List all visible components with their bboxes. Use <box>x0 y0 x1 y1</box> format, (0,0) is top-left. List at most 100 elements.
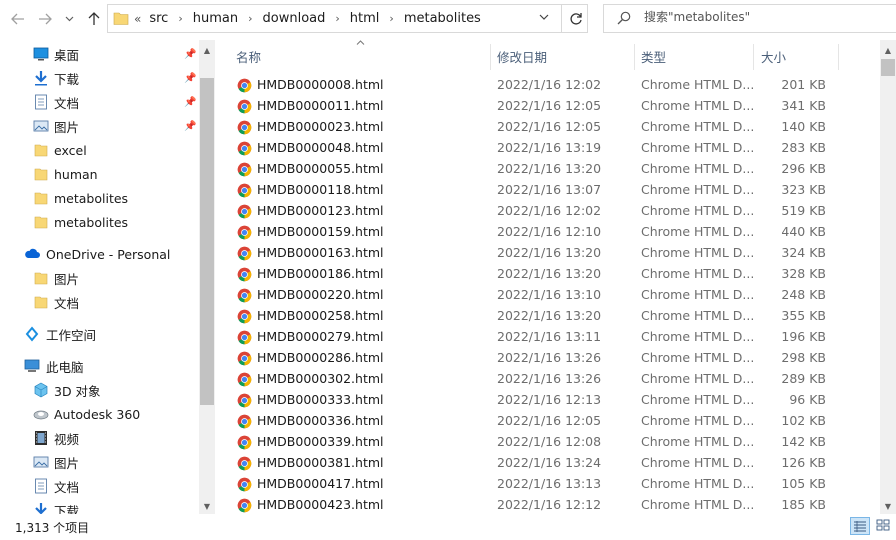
sidebar-scrollbar[interactable]: ▲ ▼ <box>199 40 215 514</box>
column-date-modified[interactable]: 修改日期 <box>497 40 634 72</box>
address-dropdown-icon[interactable] <box>539 12 549 23</box>
details-view-icon <box>854 521 866 532</box>
file-row[interactable]: HMDB0000423.html 2022/1/16 12:12 Chrome HT… <box>216 495 880 516</box>
sidebar-item-metabolites[interactable]: metabolites <box>0 186 198 210</box>
sidebar-item-label: 3D 对象 <box>54 383 101 399</box>
large-icons-view-button[interactable] <box>874 517 894 535</box>
file-row[interactable]: HMDB0000279.html 2022/1/16 13:11 Chrome HT… <box>216 327 880 348</box>
file-row[interactable]: HMDB0000220.html 2022/1/16 13:10 Chrome HT… <box>216 285 880 306</box>
scroll-up-icon[interactable]: ▲ <box>880 42 896 58</box>
file-row[interactable]: HMDB0000258.html 2022/1/16 13:20 Chrome HT… <box>216 306 880 327</box>
column-divider[interactable] <box>753 44 754 70</box>
chrome-html-file-icon <box>237 498 252 513</box>
file-row[interactable]: HMDB0000286.html 2022/1/16 13:26 Chrome HT… <box>216 348 880 369</box>
file-date-modified: 2022/1/16 12:05 <box>497 98 602 113</box>
sidebar-item-onedrive[interactable]: OneDrive - Personal <box>0 242 198 266</box>
chrome-html-file-icon <box>237 267 252 282</box>
file-row[interactable]: HMDB0000048.html 2022/1/16 13:19 Chrome HT… <box>216 138 880 159</box>
file-row[interactable]: HMDB0000302.html 2022/1/16 13:26 Chrome HT… <box>216 369 880 390</box>
refresh-icon <box>569 12 582 25</box>
file-name: HMDB0000220.html <box>257 287 384 302</box>
file-date-modified: 2022/1/16 13:07 <box>497 182 602 197</box>
file-size: 519 KB <box>781 203 826 218</box>
pin-icon[interactable]: 📌 <box>184 97 196 108</box>
sidebar-item-excel[interactable]: excel <box>0 138 198 162</box>
sidebar-item-metabolites[interactable]: metabolites <box>0 210 198 234</box>
sidebar-item-pictures-pc[interactable]: 图片 <box>0 450 198 474</box>
search-box[interactable] <box>603 4 896 33</box>
file-size: 196 KB <box>781 329 826 344</box>
desktop-icon <box>33 47 49 61</box>
file-row[interactable]: HMDB0000417.html 2022/1/16 13:13 Chrome HT… <box>216 474 880 495</box>
file-row[interactable]: HMDB0000118.html 2022/1/16 13:07 Chrome HT… <box>216 180 880 201</box>
chevron-right-icon[interactable]: › <box>178 12 182 25</box>
breadcrumb-overflow[interactable]: « <box>134 12 141 26</box>
file-row[interactable]: HMDB0000333.html 2022/1/16 12:13 Chrome HT… <box>216 390 880 411</box>
file-row[interactable]: HMDB0000123.html 2022/1/16 12:02 Chrome HT… <box>216 201 880 222</box>
column-header: 名称 修改日期 类型 大小 <box>216 40 880 72</box>
breadcrumb-html[interactable]: html <box>350 11 380 26</box>
details-view-button[interactable] <box>850 517 870 535</box>
back-arrow-icon[interactable] <box>8 8 28 30</box>
sidebar-item-documents-pc[interactable]: 文档 <box>0 474 198 498</box>
scroll-down-icon[interactable]: ▼ <box>880 498 896 514</box>
sidebar-item-onedrive-documents[interactable]: 文档 <box>0 290 198 314</box>
file-row[interactable]: HMDB0000339.html 2022/1/16 12:08 Chrome HT… <box>216 432 880 453</box>
sidebar-item-desktop[interactable]: 桌面 📌 <box>0 42 198 66</box>
scrollbar-thumb[interactable] <box>200 78 214 405</box>
sidebar-item-downloads-pc[interactable]: 下载 <box>0 498 198 514</box>
file-row[interactable]: HMDB0000023.html 2022/1/16 12:05 Chrome HT… <box>216 117 880 138</box>
column-divider[interactable] <box>490 44 491 70</box>
sidebar-item-autodesk-360[interactable]: Autodesk 360 <box>0 402 198 426</box>
sidebar-item-documents[interactable]: 文档 📌 <box>0 90 198 114</box>
scroll-down-icon[interactable]: ▼ <box>199 498 215 514</box>
forward-arrow-icon[interactable] <box>35 8 55 30</box>
breadcrumb-src[interactable]: src <box>149 11 168 26</box>
file-date-modified: 2022/1/16 13:20 <box>497 308 602 323</box>
pin-icon[interactable]: 📌 <box>184 73 196 84</box>
column-name[interactable]: 名称 <box>236 40 490 72</box>
file-row[interactable]: HMDB0000159.html 2022/1/16 12:10 Chrome HT… <box>216 222 880 243</box>
file-row[interactable]: HMDB0000336.html 2022/1/16 12:05 Chrome HT… <box>216 411 880 432</box>
sidebar-item-workspace[interactable]: 工作空间 <box>0 322 198 346</box>
column-type[interactable]: 类型 <box>641 40 753 72</box>
sidebar-item-onedrive-pictures[interactable]: 图片 <box>0 266 198 290</box>
column-type-label: 类型 <box>641 49 667 65</box>
file-row[interactable]: HMDB0000055.html 2022/1/16 13:20 Chrome HT… <box>216 159 880 180</box>
sidebar-item-human[interactable]: human <box>0 162 198 186</box>
breadcrumb-metabolites[interactable]: metabolites <box>404 11 481 26</box>
column-divider[interactable] <box>838 44 839 70</box>
chevron-down-icon[interactable] <box>62 8 76 30</box>
file-list-scrollbar[interactable]: ▲ ▼ <box>880 40 896 514</box>
sidebar-item-pictures[interactable]: 图片 📌 <box>0 114 198 138</box>
file-row[interactable]: HMDB0000163.html 2022/1/16 13:20 Chrome HT… <box>216 243 880 264</box>
refresh-button[interactable] <box>561 4 589 33</box>
breadcrumb-human[interactable]: human <box>193 11 238 26</box>
up-arrow-icon[interactable] <box>84 8 104 30</box>
download-icon <box>35 503 47 514</box>
sidebar-item-downloads[interactable]: 下载 📌 <box>0 66 198 90</box>
address-bar[interactable]: « src › human › download › html › metabo… <box>107 4 588 33</box>
scrollbar-thumb[interactable] <box>881 59 895 76</box>
scroll-up-icon[interactable]: ▲ <box>199 42 215 58</box>
navigation-pane: 桌面 📌 下载 📌 文档 📌 图片 📌 excel human metaboli… <box>0 40 198 514</box>
file-row[interactable]: HMDB0000011.html 2022/1/16 12:05 Chrome HT… <box>216 96 880 117</box>
sidebar-item-this-pc[interactable]: 此电脑 <box>0 354 198 378</box>
sidebar-item-3d-objects[interactable]: 3D 对象 <box>0 378 198 402</box>
autodesk-icon <box>33 410 49 420</box>
column-divider[interactable] <box>634 44 635 70</box>
breadcrumb-download[interactable]: download <box>263 11 326 26</box>
chevron-right-icon[interactable]: › <box>248 12 252 25</box>
file-size: 96 KB <box>789 392 826 407</box>
chevron-right-icon[interactable]: › <box>335 12 339 25</box>
pin-icon[interactable]: 📌 <box>184 121 196 132</box>
search-input[interactable] <box>644 10 884 24</box>
file-type: Chrome HTML D... <box>641 98 755 113</box>
file-row[interactable]: HMDB0000186.html 2022/1/16 13:20 Chrome HT… <box>216 264 880 285</box>
column-size[interactable]: 大小 <box>761 40 831 72</box>
pin-icon[interactable]: 📌 <box>184 49 196 60</box>
sidebar-item-videos[interactable]: 视频 <box>0 426 198 450</box>
file-row[interactable]: HMDB0000381.html 2022/1/16 13:24 Chrome HT… <box>216 453 880 474</box>
file-row[interactable]: HMDB0000008.html 2022/1/16 12:02 Chrome HT… <box>216 75 880 96</box>
chevron-right-icon[interactable]: › <box>389 12 393 25</box>
